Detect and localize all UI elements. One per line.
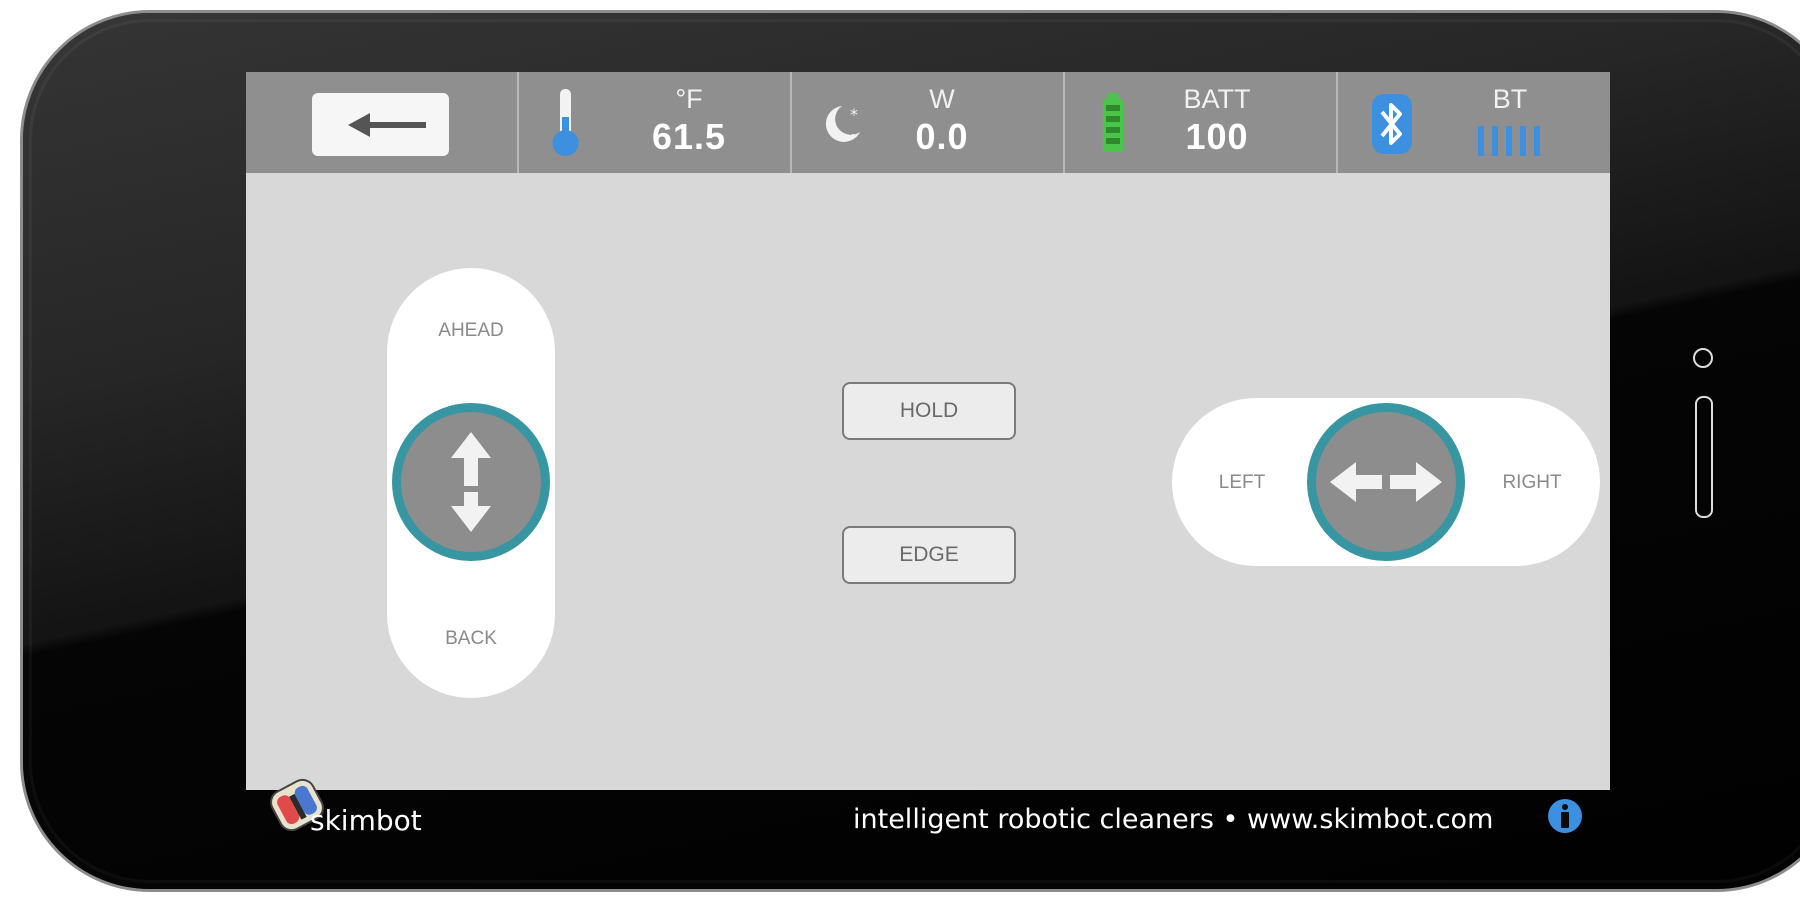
- app-screen: °F 61.5 * W 0.0 BATT 100 BT AHEAD BACK H…: [246, 72, 1610, 790]
- footer-brand: skimbot: [310, 804, 422, 837]
- power-label: W: [929, 84, 955, 114]
- footer-tagline[interactable]: intelligent robotic cleaners • www.skimb…: [853, 804, 1493, 835]
- temperature-value: 61.5: [651, 116, 727, 157]
- edge-button[interactable]: EDGE: [842, 526, 1016, 584]
- temperature-unit: °F: [675, 84, 703, 114]
- battery-value: 100: [1185, 116, 1249, 157]
- power-cell: * W 0.0: [792, 72, 1065, 173]
- hold-button[interactable]: HOLD: [842, 382, 1016, 440]
- ahead-label: AHEAD: [438, 320, 504, 341]
- left-right-arrows-icon: [1330, 462, 1442, 502]
- bluetooth-label: BT: [1492, 84, 1528, 114]
- horizontal-joystick[interactable]: [1307, 403, 1465, 561]
- moon-star-icon: *: [825, 105, 860, 142]
- left-label: LEFT: [1218, 472, 1266, 493]
- bluetooth-cell: BT: [1338, 72, 1610, 173]
- phone-side-dot: [1693, 348, 1713, 368]
- back-label: BACK: [445, 628, 497, 649]
- phone-side-slot: [1695, 396, 1713, 518]
- bluetooth-icon: [1372, 94, 1412, 154]
- power-value: 0.0: [915, 116, 969, 157]
- right-label: RIGHT: [1502, 472, 1562, 493]
- vertical-joystick[interactable]: [392, 403, 550, 561]
- back-button[interactable]: [312, 93, 449, 156]
- up-down-arrows-icon: [451, 432, 491, 532]
- battery-label: BATT: [1183, 84, 1251, 114]
- bluetooth-signal-bars: [1478, 126, 1540, 156]
- back-arrow-icon: [348, 113, 426, 137]
- battery-cell: BATT 100: [1065, 72, 1338, 173]
- svg-text:*: *: [850, 105, 858, 124]
- temperature-cell: °F 61.5: [519, 72, 792, 173]
- thermometer-icon: [552, 89, 579, 156]
- info-icon[interactable]: [1547, 798, 1583, 834]
- back-cell: [246, 72, 519, 173]
- battery-icon: [1103, 93, 1123, 152]
- status-bar: °F 61.5 * W 0.0 BATT 100 BT: [246, 72, 1610, 173]
